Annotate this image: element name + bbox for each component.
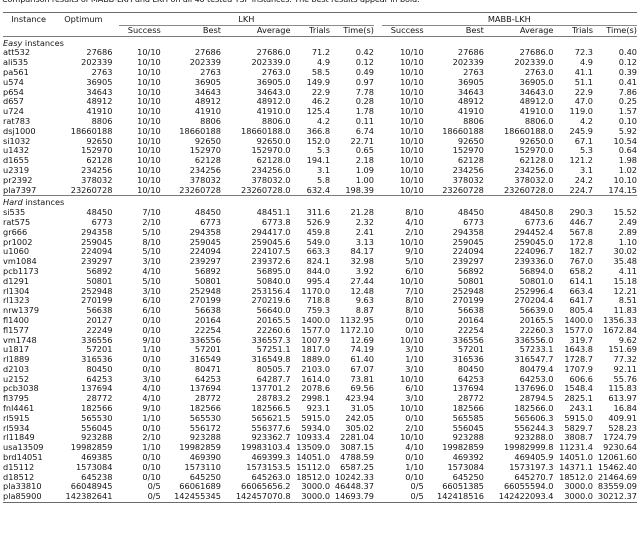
cell-gap bbox=[374, 355, 382, 365]
cell-gap bbox=[374, 404, 382, 414]
cell-gap bbox=[374, 463, 382, 473]
cell-lkh-trials: 3000.0 bbox=[301, 491, 331, 502]
cell-gap bbox=[374, 482, 382, 492]
cell-gap bbox=[374, 48, 382, 58]
cell-gap bbox=[374, 107, 382, 117]
group-header-row: Instance Optimum LKH MABB-LKH bbox=[3, 14, 637, 26]
cell-gap bbox=[374, 326, 382, 336]
header-mabb-best: Best bbox=[465, 24, 484, 35]
cell-gap bbox=[374, 424, 382, 434]
cell-mabb-success: 10/10 bbox=[400, 184, 424, 195]
cell-gap bbox=[374, 267, 382, 277]
cell-lkh-time: 14693.79 bbox=[334, 491, 374, 502]
cell-mabb-success: 0/5 bbox=[410, 491, 424, 502]
cell-instance: pla85900 bbox=[3, 491, 42, 502]
cell-gap bbox=[374, 176, 382, 186]
header-lkh-trials: Trials bbox=[309, 24, 331, 35]
header-mabb-success: Success bbox=[390, 24, 424, 35]
header-optimum: Optimum bbox=[64, 14, 103, 24]
cell-gap bbox=[374, 492, 382, 502]
cell-lkh-trials: 632.4 bbox=[306, 184, 331, 195]
table-figure-page: Comparison results of MABB-LKH and LKH o… bbox=[0, 0, 640, 537]
cell-gap bbox=[374, 88, 382, 98]
group-header-mabb-lkh: MABB-LKH bbox=[381, 14, 637, 26]
cell-gap bbox=[374, 238, 382, 248]
cell-gap bbox=[374, 247, 382, 257]
cell-mabb-best: 23260728 bbox=[442, 184, 484, 195]
cell-optimum: 142382641 bbox=[65, 491, 113, 502]
cell-gap bbox=[374, 127, 382, 137]
cell-gap bbox=[374, 287, 382, 297]
cell-gap bbox=[374, 296, 382, 306]
cell-lkh-time: 198.39 bbox=[345, 184, 374, 195]
cell-gap bbox=[374, 277, 382, 287]
cell-gap bbox=[374, 473, 382, 483]
cell-mabb-trials: 3000.0 bbox=[564, 491, 593, 502]
cell-gap bbox=[374, 443, 382, 453]
cell-optimum: 23260728 bbox=[70, 184, 113, 195]
bottom-rule bbox=[3, 502, 637, 506]
table-footer bbox=[3, 502, 637, 506]
cell-gap bbox=[374, 394, 382, 404]
cell-gap bbox=[374, 78, 382, 88]
cell-mabb-best: 142418516 bbox=[437, 491, 484, 502]
cell-mabb-average: 142422093.4 bbox=[498, 491, 554, 502]
cell-gap bbox=[374, 306, 382, 316]
header-mabb-time: Time(s) bbox=[606, 24, 637, 35]
cell-gap bbox=[374, 58, 382, 68]
cell-mabb-time: 30212.37 bbox=[597, 491, 637, 502]
cell-lkh-best: 142455345 bbox=[174, 491, 221, 502]
cell-gap bbox=[374, 208, 382, 218]
cell-gap bbox=[374, 453, 382, 463]
cell-gap bbox=[374, 146, 382, 156]
header-lkh-success: Success bbox=[127, 24, 161, 35]
cell-gap bbox=[374, 375, 382, 385]
cell-mabb-trials: 224.7 bbox=[569, 184, 593, 195]
section-label-emphasis: Hard bbox=[3, 197, 23, 208]
cell-gap bbox=[374, 257, 382, 267]
cell-gap bbox=[374, 433, 382, 443]
cell-lkh-success: 10/10 bbox=[137, 184, 161, 195]
cell-mabb-time: 174.15 bbox=[608, 184, 637, 195]
cell-gap bbox=[374, 345, 382, 355]
cell-gap bbox=[374, 137, 382, 147]
table-row: pla7397 23260728 10/10 23260728 23260728.0 63… bbox=[3, 184, 637, 196]
header-mabb-average: Average bbox=[519, 24, 554, 35]
cell-gap bbox=[374, 117, 382, 127]
cell-gap bbox=[374, 336, 382, 346]
cell-gap bbox=[374, 186, 382, 196]
cell-lkh-average: 142457070.8 bbox=[235, 491, 291, 502]
cell-instance: pla7397 bbox=[3, 184, 37, 195]
table-header: Instance Optimum LKH MABB-LKH Success Be… bbox=[3, 12, 637, 39]
cell-gap bbox=[374, 97, 382, 107]
cell-lkh-best: 23260728 bbox=[179, 184, 221, 195]
comparison-results-table: Instance Optimum LKH MABB-LKH Success Be… bbox=[3, 12, 637, 506]
figure-caption: Comparison results of MABB-LKH and LKH o… bbox=[2, 0, 638, 4]
header-mabb-trials: Trials bbox=[572, 24, 593, 35]
cell-gap bbox=[374, 166, 382, 176]
header-lkh-time: Time(s) bbox=[343, 24, 374, 35]
section-label-emphasis: Easy bbox=[3, 37, 23, 48]
cell-gap bbox=[374, 414, 382, 424]
header-lkh-best: Best bbox=[202, 24, 221, 35]
cell-gap bbox=[374, 156, 382, 166]
header-lkh-average: Average bbox=[256, 24, 291, 35]
cell-gap bbox=[374, 228, 382, 238]
table-body: Easy instances att532 27686 10/10 27686 27686… bbox=[3, 37, 637, 503]
cell-gap bbox=[374, 68, 382, 78]
cell-gap bbox=[374, 316, 382, 326]
cell-mabb-average: 23260728.0 bbox=[503, 184, 554, 195]
cell-gap bbox=[374, 218, 382, 228]
cell-lkh-success: 0/5 bbox=[147, 491, 161, 502]
cell-gap bbox=[374, 384, 382, 394]
cell-lkh-average: 23260728.0 bbox=[241, 184, 291, 195]
table-row: pla85900 142382641 0/5 142455345 142457070.8… bbox=[3, 491, 637, 502]
header-instance: Instance bbox=[11, 14, 47, 24]
cell-gap bbox=[374, 365, 382, 375]
group-header-lkh: LKH bbox=[118, 14, 374, 26]
